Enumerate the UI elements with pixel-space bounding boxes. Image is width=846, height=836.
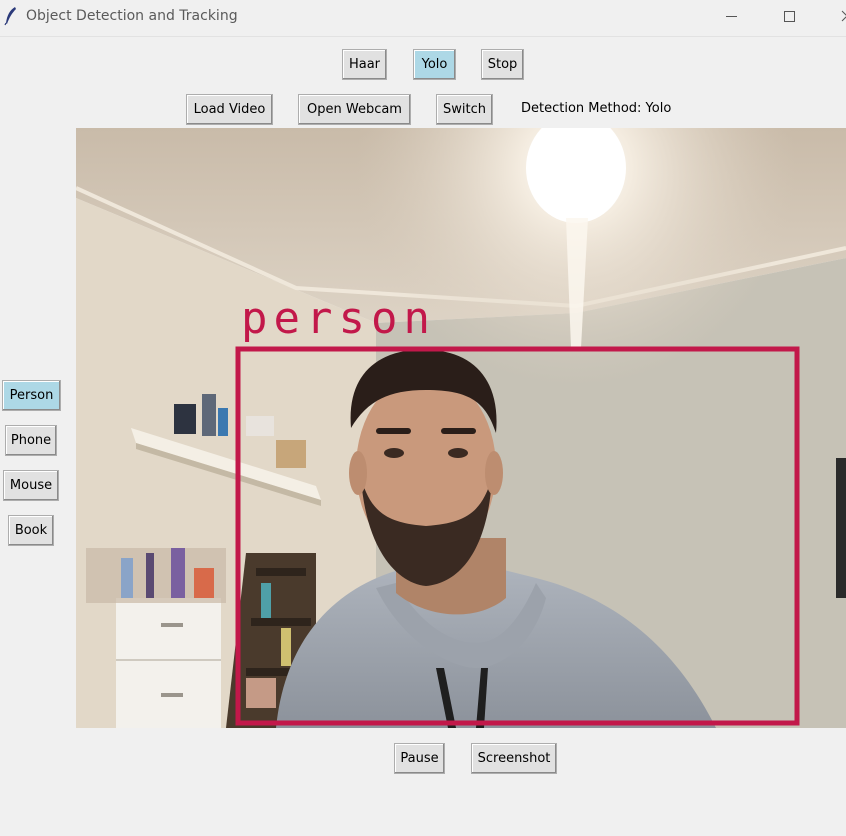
minimize-button[interactable] xyxy=(708,0,754,34)
sidebar-item-book[interactable]: Book xyxy=(8,515,54,546)
webcam-frame: person xyxy=(76,128,846,728)
maximize-button[interactable] xyxy=(766,0,812,34)
sidebar-item-person[interactable]: Person xyxy=(2,380,61,411)
minimize-icon xyxy=(726,16,737,17)
maximize-icon xyxy=(784,11,795,22)
title-bar: Object Detection and Tracking xyxy=(0,0,846,34)
open-webcam-button[interactable]: Open Webcam xyxy=(298,94,411,125)
detection-method-label: Detection Method: Yolo xyxy=(521,101,672,116)
title-separator xyxy=(0,36,846,37)
feather-icon xyxy=(4,7,16,26)
yolo-button[interactable]: Yolo xyxy=(413,49,456,80)
close-button[interactable] xyxy=(824,0,846,34)
video-feed: person xyxy=(76,128,846,728)
load-video-button[interactable]: Load Video xyxy=(186,94,273,125)
detection-label: person xyxy=(241,293,436,344)
window-title: Object Detection and Tracking xyxy=(26,8,238,24)
close-icon xyxy=(841,10,846,22)
pause-button[interactable]: Pause xyxy=(394,743,445,774)
sidebar-item-phone[interactable]: Phone xyxy=(5,425,57,456)
haar-button[interactable]: Haar xyxy=(342,49,387,80)
screenshot-button[interactable]: Screenshot xyxy=(471,743,557,774)
sidebar-item-mouse[interactable]: Mouse xyxy=(3,470,59,501)
stop-button[interactable]: Stop xyxy=(481,49,524,80)
switch-button[interactable]: Switch xyxy=(436,94,493,125)
